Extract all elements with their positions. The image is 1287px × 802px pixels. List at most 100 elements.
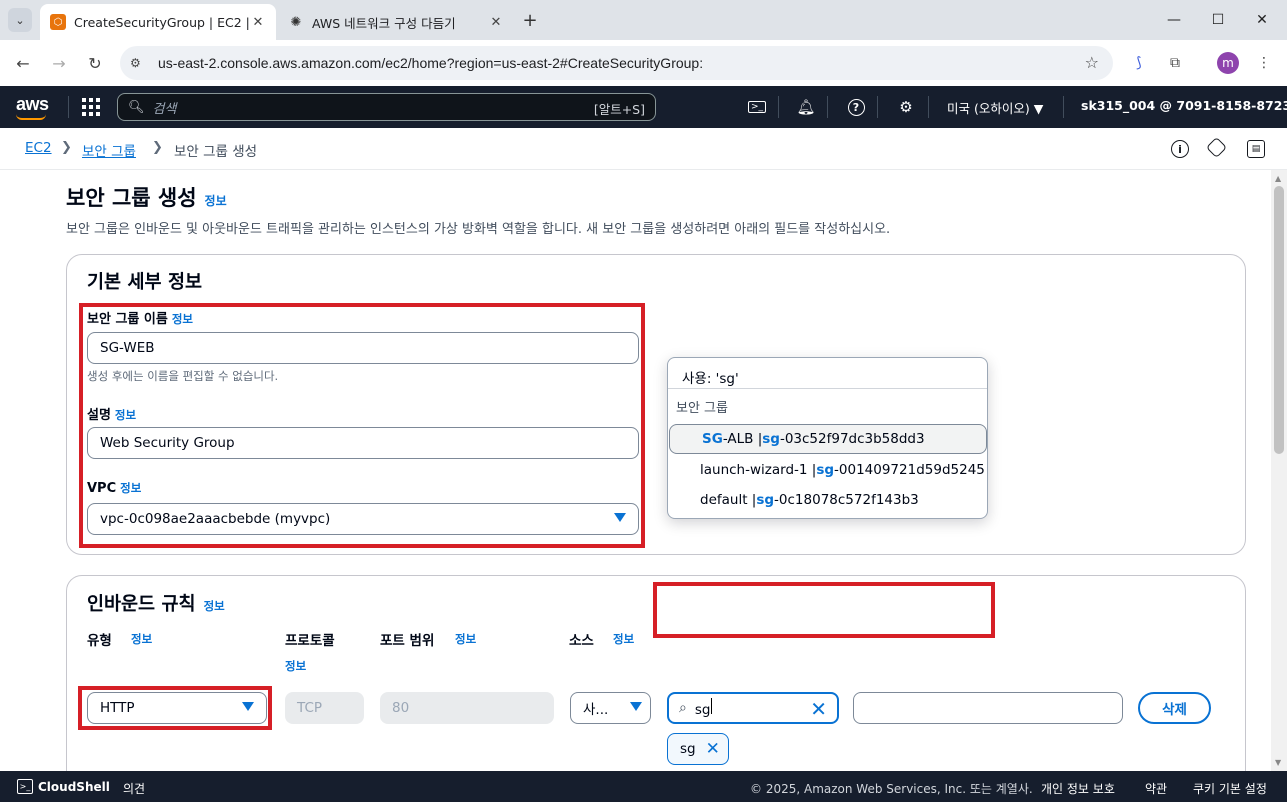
annotation-highlight [653,582,995,638]
breadcrumb-security-groups[interactable]: 보안 그룹 [82,140,136,160]
account-menu[interactable]: sk315_004 @ 7091-8158-8723 ▼ [1081,98,1287,113]
clear-icon[interactable]: ✕ [810,697,827,721]
source-token: sg ✕ [667,733,729,765]
close-icon[interactable]: ✕ [488,14,504,30]
annotation-highlight [79,303,645,548]
privacy-link[interactable]: 개인 정보 보호 [1041,780,1115,797]
feedback-screen-icon[interactable]: ▤ [1247,140,1265,158]
cloudshell-link[interactable]: CloudShell [38,780,110,794]
reload-icon: ↻ [88,53,102,73]
chatgpt-favicon-icon: ✺ [290,14,302,30]
aws-footer: >_ CloudShell 의견 © 2025, Amazon Web Serv… [0,771,1287,802]
page-scrollbar[interactable]: ▲ ▼ [1271,170,1287,771]
aws-search-input[interactable]: 🔍︎ 검색 [알트+S] [117,93,656,121]
arrow-right-icon: → [52,53,66,73]
annotation-highlight [78,686,272,730]
bookmark-star-icon[interactable]: ☆ [1085,53,1099,72]
option-text: -001409721d59d5245 [834,462,985,478]
forward-button[interactable]: → [47,51,71,75]
page-title-text: 보안 그룹 생성 [66,186,197,210]
settings-hex-icon[interactable] [1205,136,1228,159]
dropdown-option-3[interactable]: default | sg -0c18078c572f143b3 [668,485,987,515]
address-bar[interactable]: ⚙ us-east-2.console.aws.amazon.com/ec2/h… [120,46,1113,80]
cloudshell-icon[interactable]: >_ [17,779,33,794]
dropdown-option-1[interactable]: SG -ALB | sg -03c52f97dc3b58dd3 [669,424,987,454]
divider [778,96,779,118]
delete-rule-button[interactable]: 삭제 [1138,692,1211,724]
dropdown-group-label: 보안 그룹 [676,401,728,416]
section-title: 인바운드 규칙 정보 [87,590,225,616]
reload-button[interactable]: ↻ [83,51,107,75]
section-title: 기본 세부 정보 [87,268,202,294]
match-highlight: sg [816,462,835,478]
new-tab-button[interactable]: + [520,10,540,31]
info-link[interactable]: 정보 [204,599,225,613]
search-icon: ⌕ [679,700,687,716]
site-settings-icon[interactable]: ⚙ [130,56,150,70]
scroll-up-icon[interactable]: ▲ [1275,174,1281,183]
cookie-preferences-link[interactable]: 쿠키 기본 설정 [1193,780,1267,797]
rule-description-input[interactable] [853,692,1123,724]
help-icon[interactable]: ? [846,97,866,117]
option-text: -0c18078c572f143b3 [774,492,919,508]
search-value-text: sg [694,702,711,718]
region-selector[interactable]: 미국 (오하이오) ▼ [947,98,1043,117]
maximize-button[interactable]: ☐ [1204,8,1232,32]
scroll-thumb[interactable] [1274,186,1284,454]
gear-icon[interactable]: ⚙ [896,97,916,117]
match-highlight: sg [756,492,775,508]
url-text: us-east-2.console.aws.amazon.com/ec2/hom… [158,55,704,71]
dropdown-use-entered[interactable]: 사용: 'sg' [682,367,739,387]
arrow-left-icon: ← [16,53,30,73]
column-type: 유형 [87,633,112,649]
option-text: default | [700,492,757,508]
aws-top-nav: aws 🔍︎ 검색 [알트+S] >_ 🔔︎ ? ⚙ 미국 (오하이오) ▼ s… [0,86,1287,128]
divider [928,96,929,118]
tab-title: CreateSecurityGroup | EC2 | us- [74,14,250,30]
browser-tab-active[interactable]: ⬡ CreateSecurityGroup | EC2 | us- ✕ [40,4,276,40]
dropdown-option-2[interactable]: launch-wizard-1 | sg -001409721d59d5245 [668,455,987,485]
divider [68,96,69,118]
chevron-right-icon: ❯ [152,140,163,155]
section-title-text: 인바운드 규칙 [87,594,196,615]
remove-token-icon[interactable]: ✕ [706,739,720,759]
divider [827,96,828,118]
source-search-input[interactable]: ⌕ sg ✕ [667,692,839,724]
info-icon[interactable]: i [1171,140,1189,158]
rule-source-select[interactable]: 사... [570,692,651,724]
breadcrumb: EC2 ❯ 보안 그룹 ❯ 보안 그룹 생성 i ▤ [0,128,1287,170]
rule-protocol-field: TCP [285,692,364,724]
bell-icon[interactable]: 🔔︎ [796,97,816,117]
close-icon[interactable]: ✕ [250,14,266,30]
token-text: sg [680,741,696,757]
tab-title: AWS 네트워크 구성 다듬기 [312,15,456,31]
scroll-down-icon[interactable]: ▼ [1275,758,1281,767]
feedback-link[interactable]: 의견 [123,780,145,797]
search-icon: 🔍︎ [128,99,145,115]
info-link[interactable]: 정보 [205,194,227,208]
more-menu-icon[interactable]: ⋮ [1252,51,1276,75]
close-window-button[interactable]: ✕ [1248,8,1276,32]
services-grid-icon[interactable] [82,98,100,116]
aws-logo[interactable]: aws [16,94,49,120]
browser-toolbar: ← → ↻ ⚙ us-east-2.console.aws.amazon.com… [0,40,1287,86]
chevron-down-icon: ⌄ [15,13,25,27]
copyright-text: © 2025, Amazon Web Services, Inc. 또는 계열사… [750,782,1033,796]
info-link[interactable]: 정보 [613,631,634,647]
back-button[interactable]: ← [11,51,35,75]
info-link[interactable]: 정보 [455,631,476,647]
extensions-puzzle-icon[interactable]: ⧉ [1163,51,1187,75]
info-link[interactable]: 정보 [131,631,152,647]
tab-search-button[interactable]: ⌄ [8,8,32,32]
extension-icon[interactable]: ⟆ [1127,51,1151,75]
divider [877,96,878,118]
terms-link[interactable]: 약관 [1145,780,1167,797]
browser-tab-inactive[interactable]: ✺ AWS 네트워크 구성 다듬기 ✕ [278,4,514,40]
info-link[interactable]: 정보 [285,658,306,674]
column-port-range: 포트 범위 [380,633,435,649]
search-placeholder: 검색 [152,101,177,117]
cloudshell-icon[interactable]: >_ [747,97,767,117]
profile-avatar[interactable]: m [1217,52,1239,74]
breadcrumb-ec2[interactable]: EC2 [25,140,52,156]
minimize-button[interactable]: — [1160,8,1188,32]
